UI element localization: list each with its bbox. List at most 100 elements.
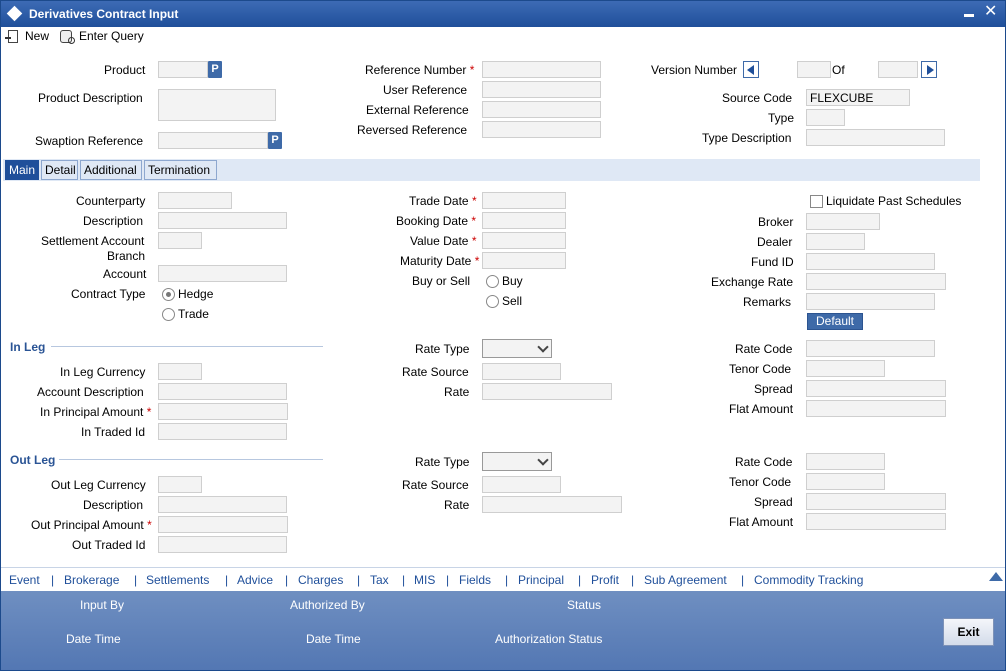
out-principal-amount-field[interactable] xyxy=(158,516,288,533)
booking-date-field[interactable] xyxy=(482,212,566,229)
in-leg-currency-field[interactable] xyxy=(158,363,202,380)
link-separator: | xyxy=(134,573,138,587)
reference-number-field[interactable] xyxy=(482,61,601,78)
enter-query-button[interactable]: Enter Query xyxy=(59,29,144,44)
sell-radio[interactable] xyxy=(486,295,499,308)
tab-detail[interactable]: Detail xyxy=(41,160,78,180)
link-profit[interactable]: Profit xyxy=(591,573,619,587)
link-settlements[interactable]: Settlements xyxy=(146,573,209,587)
out-rate-source-label: Rate Source xyxy=(402,478,469,492)
in-rate-field[interactable] xyxy=(482,383,612,400)
version-total-field[interactable] xyxy=(878,61,918,78)
product-lov-button[interactable]: P xyxy=(208,61,222,78)
in-rate-type-select[interactable] xyxy=(482,339,552,358)
remarks-field[interactable] xyxy=(806,293,935,310)
next-version-button[interactable] xyxy=(921,61,937,78)
trade-radio[interactable] xyxy=(162,308,175,321)
buy-or-sell-label: Buy or Sell xyxy=(412,274,471,288)
account-field[interactable] xyxy=(158,265,287,282)
account-label: Account xyxy=(103,267,147,281)
buy-label: Buy xyxy=(502,274,523,288)
counterparty-description-field[interactable] xyxy=(158,212,287,229)
trade-date-label: Trade Date * xyxy=(409,194,477,208)
out-spread-label: Spread xyxy=(754,495,793,509)
type-field[interactable] xyxy=(806,109,845,126)
out-traded-id-field[interactable] xyxy=(158,536,287,553)
in-leg-divider xyxy=(51,346,323,347)
source-code-field[interactable]: FLEXCUBE xyxy=(806,89,910,106)
previous-version-button[interactable] xyxy=(743,61,759,78)
swaption-lov-button[interactable]: P xyxy=(268,132,282,149)
trade-date-field[interactable] xyxy=(482,192,566,209)
reference-number-text: Reference Number xyxy=(365,63,467,77)
user-reference-field[interactable] xyxy=(482,81,601,98)
link-mis[interactable]: MIS xyxy=(414,573,435,587)
product-field[interactable] xyxy=(158,61,208,78)
trade-label: Trade xyxy=(178,307,209,321)
out-description-field[interactable] xyxy=(158,496,287,513)
in-spread-field[interactable] xyxy=(806,380,946,397)
in-principal-amount-field[interactable] xyxy=(158,403,288,420)
reversed-reference-field[interactable] xyxy=(482,121,601,138)
link-advice[interactable]: Advice xyxy=(237,573,273,587)
fund-id-label: Fund ID xyxy=(751,255,794,269)
hedge-radio[interactable] xyxy=(162,288,175,301)
title-bar: Derivatives Contract Input ✕ xyxy=(1,1,1005,27)
out-flat-amount-field[interactable] xyxy=(806,513,946,530)
liquidate-checkbox[interactable] xyxy=(810,195,823,208)
link-tax[interactable]: Tax xyxy=(370,573,389,587)
maturity-date-field[interactable] xyxy=(482,252,566,269)
app-diamond-icon xyxy=(6,5,23,22)
link-sub-agreement[interactable]: Sub Agreement xyxy=(644,573,727,587)
out-rate-field[interactable] xyxy=(482,496,622,513)
version-number-field[interactable] xyxy=(797,61,831,78)
in-account-description-field[interactable] xyxy=(158,383,287,400)
exit-button[interactable]: Exit xyxy=(943,618,994,646)
in-rate-source-field[interactable] xyxy=(482,363,561,380)
tab-additional[interactable]: Additional xyxy=(80,160,142,180)
close-icon[interactable]: ✕ xyxy=(984,3,997,21)
in-traded-id-field[interactable] xyxy=(158,423,287,440)
out-tenor-code-field[interactable] xyxy=(806,473,885,490)
out-leg-currency-field[interactable] xyxy=(158,476,202,493)
value-date-field[interactable] xyxy=(482,232,566,249)
out-spread-field[interactable] xyxy=(806,493,946,510)
trade-date-text: Trade Date xyxy=(409,194,469,208)
scroll-up-icon[interactable] xyxy=(989,572,1003,581)
settlement-branch-field[interactable] xyxy=(158,232,202,249)
maturity-date-label: Maturity Date * xyxy=(400,254,479,268)
default-button[interactable]: Default xyxy=(807,313,863,330)
link-event[interactable]: Event xyxy=(9,573,40,587)
tab-termination[interactable]: Termination xyxy=(144,160,217,180)
new-button[interactable]: New xyxy=(5,29,49,43)
out-rate-source-field[interactable] xyxy=(482,476,561,493)
out-rate-type-select[interactable] xyxy=(482,452,552,471)
in-principal-amount-text: In Principal Amount xyxy=(40,405,144,419)
out-flat-amount-label: Flat Amount xyxy=(729,515,794,529)
type-description-field[interactable] xyxy=(806,129,945,146)
product-description-field[interactable] xyxy=(158,89,276,121)
counterparty-field[interactable] xyxy=(158,192,232,209)
link-principal[interactable]: Principal xyxy=(518,573,564,587)
dealer-field[interactable] xyxy=(806,233,865,250)
in-tenor-code-field[interactable] xyxy=(806,360,885,377)
buy-radio[interactable] xyxy=(486,275,499,288)
swaption-reference-field[interactable] xyxy=(158,132,268,149)
external-reference-field[interactable] xyxy=(482,101,601,118)
fund-id-field[interactable] xyxy=(806,253,935,270)
minimize-icon[interactable] xyxy=(963,4,975,22)
link-charges[interactable]: Charges xyxy=(298,573,343,587)
left-arrow-icon xyxy=(747,65,754,75)
broker-field[interactable] xyxy=(806,213,880,230)
out-leg-divider xyxy=(59,459,323,460)
out-rate-code-field[interactable] xyxy=(806,453,885,470)
out-principal-amount-label: Out Principal Amount * xyxy=(31,518,152,532)
booking-date-label: Booking Date * xyxy=(396,214,476,228)
tab-main[interactable]: Main xyxy=(5,160,39,180)
exchange-rate-field[interactable] xyxy=(806,273,946,290)
in-flat-amount-field[interactable] xyxy=(806,400,946,417)
link-fields[interactable]: Fields xyxy=(459,573,491,587)
link-commodity-tracking[interactable]: Commodity Tracking xyxy=(754,573,863,587)
link-brokerage[interactable]: Brokerage xyxy=(64,573,119,587)
in-rate-code-field[interactable] xyxy=(806,340,935,357)
